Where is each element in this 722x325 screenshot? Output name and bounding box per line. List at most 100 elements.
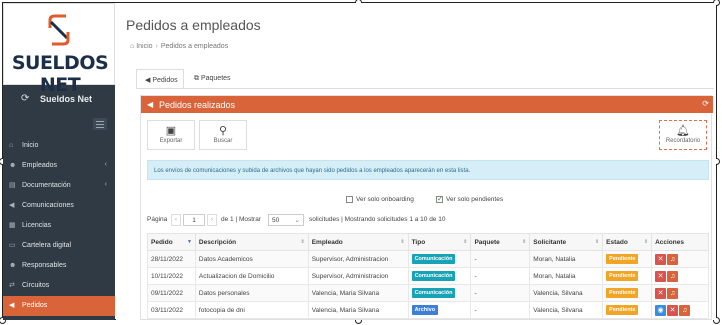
orders-table: Pedido ▼ Descripción ⇕ Empleado ⇕ Tipo ⇕ Paq… [147,233,709,319]
pending-checkbox[interactable] [436,195,443,203]
orders-panel: ◀ Pedidos realizados ⟳ ▣ Exportar ⚲ Busc… [140,95,713,320]
page-label: Página [147,216,168,223]
sort-icon: ⇕ [522,239,527,245]
cell-solicitante: Moran, Natalia [529,267,604,285]
sort-icon: ⇕ [643,239,649,245]
tab-label: Pedidos [152,77,178,84]
col-header-pedido[interactable]: Pedido ▼ [147,233,196,251]
cell-acciones: ◉ ✕ ♫ [651,301,709,319]
col-header-acciones: Acciones [651,233,709,251]
cell-paquete: - [470,301,531,319]
cell-estado: Pendiente [602,284,653,302]
cell-pedido: 03/11/2022 [147,301,196,319]
next-page-button[interactable]: › [207,214,217,226]
table-row[interactable]: 28/11/2022 Datos Academicos Supervisor, … [147,250,709,268]
cell-acciones: ✕ ♫ [651,267,709,285]
status-badge: Pendiente [606,254,639,264]
sidebar-item-licencias[interactable]: ▦ Licencias [3,216,115,236]
sidebar: SUELDOS NET ⟳ Sueldos Net ⌂ Inicio ☻ Emp… [3,3,115,320]
reminder-button[interactable]: 🔔︎ Recordatorio [659,120,707,150]
cell-pedido: 09/11/2022 [147,284,196,302]
panel-header: ◀ Pedidos realizados ⟳ [141,96,713,113]
sidebar-item-label: Documentación [22,182,71,189]
cell-descripcion: Actualizacion de Domicilio [194,267,309,285]
table-row[interactable]: 10/11/2022 Actualizacion de Domicilio Su… [147,267,709,285]
cell-empleado: Valencia, Maria Silvana [307,301,409,319]
col-header-tipo[interactable]: Tipo ⇕ [407,233,472,251]
remind-button[interactable]: ♫ [667,253,679,265]
col-header-label: Empleado [311,238,343,246]
tab-pedidos[interactable]: ◀ Pedidos [136,69,184,89]
col-header-estado[interactable]: Estado ⇕ [602,233,653,251]
col-header-empleado[interactable]: Empleado ⇕ [307,233,409,251]
sidebar-toggle-button[interactable] [93,118,107,130]
refresh-icon: ⟳ [21,93,30,104]
tab-paquetes[interactable]: ⧉ Paquetes [194,69,250,89]
reminder-label: Recordatorio [665,138,701,144]
sidebar-item-label: Licencias [22,222,52,229]
cell-tipo: Archivo [407,301,472,319]
sidebar-item-empleados[interactable]: ☻ Empleados ‹ [3,156,115,176]
table-row[interactable]: 09/11/2022 Datos personales Valencia, Ma… [147,284,709,302]
col-header-paquete[interactable]: Paquete ⇕ [470,233,531,251]
breadcrumb-item-inicio[interactable]: Inicio [136,43,152,50]
cell-paquete: - [470,267,531,285]
remind-button[interactable]: ♫ [667,287,679,299]
users-icon: ☻ [9,262,17,269]
breadcrumb-item-current: Pedidos a empleados [160,43,229,50]
delete-button[interactable]: ✕ [667,304,679,316]
sidebar-item-inicio[interactable]: ⌂ Inicio [3,136,115,156]
export-button[interactable]: ▣ Exportar [147,120,195,150]
search-button[interactable]: ⚲ Buscar [199,120,247,150]
logo[interactable]: SUELDOS NET [3,3,115,96]
table-row[interactable]: 03/11/2022 fotocopia de dni Valencia, Ma… [147,301,709,319]
sort-icon: ⇕ [400,239,405,245]
sidebar-item-label: Comunicaciones [22,202,74,209]
sidebar-item-responsables[interactable]: ☻ Responsables [3,256,115,276]
type-badge: Comunicación [411,288,456,298]
cell-estado: Pendiente [602,301,653,319]
page-of-label: de 1 | Mostrar [221,216,261,223]
cell-pedido: 28/11/2022 [147,250,196,268]
onboarding-checkbox[interactable] [346,196,353,203]
sort-desc-icon: ▼ [186,239,192,245]
sidebar-item-documentacion[interactable]: ▤ Documentación ‹ [3,176,115,196]
delete-button[interactable]: ✕ [655,253,667,265]
sidebar-item-pedidos[interactable]: ◀ Pedidos [3,296,115,316]
sidebar-item-label: Cartelera digital [22,242,72,249]
breadcrumb-separator: › [155,43,158,50]
cell-solicitante: Valencia, Silvana [529,301,604,319]
sidebar-item-comunicaciones[interactable]: ◀ Comunicaciones [3,196,115,216]
chevron-left-icon: ‹ [104,181,107,188]
tabs-divider [136,88,714,89]
panel-title: Pedidos realizados [159,100,236,110]
refresh-icon[interactable]: ⟳ [702,99,709,108]
view-button[interactable]: ◉ [655,304,667,316]
page-title: Pedidos a empleados [126,17,261,33]
col-header-label: Tipo [411,238,426,246]
sidebar-item-circuitos[interactable]: ⇄ Circuitos [3,276,115,296]
sort-icon: ⇕ [463,239,468,245]
remind-button[interactable]: ♫ [679,304,691,316]
copy-icon: ⧉ [194,75,199,82]
col-header-label: Paquete [474,238,500,246]
delete-button[interactable]: ✕ [655,270,667,282]
cell-empleado: Supervisor, Administracion [307,250,409,268]
megaphone-icon: ◀ [145,77,151,84]
col-header-descripcion[interactable]: Descripción ⇕ [194,233,309,251]
brand-row: ⟳ Sueldos Net [3,91,115,109]
delete-button[interactable]: ✕ [655,287,667,299]
board-icon: ▭ [9,242,16,249]
sidebar-item-cartelera[interactable]: ▭ Cartelera digital [3,236,115,256]
cell-pedido: 10/11/2022 [147,267,196,285]
remind-button[interactable]: ♫ [667,270,679,282]
export-label: Exportar [159,138,183,144]
page-size-select[interactable]: 50 ⌄ [268,214,304,226]
prev-page-button[interactable]: ‹ [171,214,181,226]
page-input[interactable]: 1 [183,214,205,226]
col-header-label: Acciones [655,238,684,246]
col-header-solicitante[interactable]: Solicitante ⇕ [529,233,604,251]
sidebar-item-label: Circuitos [22,282,50,289]
cell-estado: Pendiente [602,250,653,268]
cell-estado: Pendiente [602,267,653,285]
